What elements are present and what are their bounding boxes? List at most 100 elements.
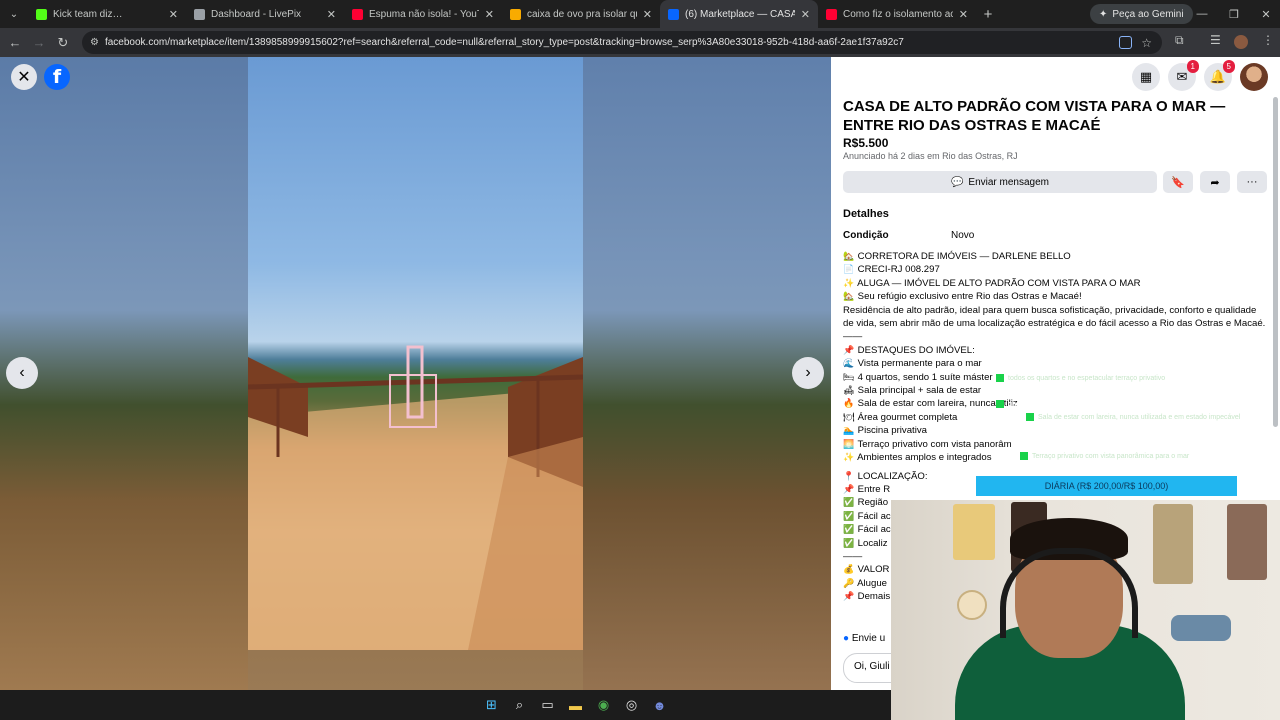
taskbar: ⊞ ⌕ ▭ ▬ ◉ ◎ ☻: [0, 690, 891, 720]
windows-start-icon[interactable]: ⊞: [482, 695, 502, 715]
close-window-icon[interactable]: ✕: [1250, 0, 1280, 28]
menu-grid-icon[interactable]: ▦: [1132, 63, 1160, 91]
obs-icon[interactable]: ◎: [622, 695, 642, 715]
tab-favicon-icon: [668, 8, 679, 20]
highlights-heading: 📌 DESTAQUES DO IMÓVEL:: [843, 344, 1269, 357]
file-explorer-icon[interactable]: ▬: [566, 695, 586, 715]
forward-icon[interactable]: →: [27, 35, 51, 50]
chevron-right-icon: ›: [805, 364, 811, 381]
messenger-badge: 1: [1186, 60, 1199, 73]
browser-tab[interactable]: caixa de ovo pra isolar quarto - ✕: [502, 0, 660, 28]
description-text: CRECI-RJ 008.297: [857, 264, 940, 276]
condition-value: Novo: [951, 230, 975, 241]
tab-close-icon[interactable]: ✕: [643, 8, 652, 21]
back-icon[interactable]: ←: [3, 35, 27, 50]
gemini-button[interactable]: ✦ Peça ao Gemini: [1090, 4, 1193, 24]
tab-title: Como fiz o isolamento acústico: [843, 8, 953, 20]
tab-title: (6) Marketplace — CASA DE AL…: [685, 8, 795, 20]
description-text: Fácil ac: [857, 524, 891, 536]
more-options-button[interactable]: ···: [1237, 171, 1267, 193]
emoji-icon: 💰: [843, 564, 855, 575]
overlay-row: Sala de estar com lareira, nunca utiliza…: [1026, 411, 1240, 423]
discord-icon[interactable]: ☻: [650, 695, 670, 715]
emoji-icon: ✨: [843, 452, 855, 463]
task-view-icon[interactable]: ▭: [538, 695, 558, 715]
tab-close-icon[interactable]: ✕: [169, 8, 178, 21]
tab-title: Dashboard - LivePix: [211, 8, 302, 20]
maximize-icon[interactable]: ❐: [1218, 0, 1250, 28]
menu-icon[interactable]: ⋮: [1262, 33, 1274, 47]
overlay-badge: [996, 400, 1004, 408]
description-text: Fácil ac: [857, 510, 891, 522]
browser-tab[interactable]: Espuma não isola! - YouTube ✕: [344, 0, 502, 28]
photo-viewer: [0, 57, 831, 690]
tab-close-icon[interactable]: ✕: [801, 8, 810, 21]
tab-favicon-icon: [352, 8, 363, 20]
description-text: Entre R: [857, 483, 891, 495]
description-text: Vista permanente para o mar: [857, 358, 982, 370]
emoji-icon: 🔑: [843, 577, 855, 588]
wall-clock: [957, 590, 987, 620]
description-text: Piscina privativa: [857, 425, 927, 437]
facebook-logo[interactable]: f: [44, 64, 70, 90]
emoji-icon: 📄: [843, 264, 855, 275]
share-icon: ➦: [1210, 176, 1220, 189]
tab-title: Espuma não isola! - YouTube: [369, 8, 479, 20]
overlay-text: Terraço privativo com vista panorâmica p…: [1032, 452, 1190, 460]
minimize-icon[interactable]: —: [1186, 0, 1218, 28]
previous-photo-button[interactable]: ‹: [6, 357, 38, 389]
send-message-button[interactable]: 💬 Enviar mensagem: [843, 171, 1157, 193]
emoji-icon: 📌: [843, 483, 855, 494]
emoji-icon: 🌅: [843, 438, 855, 449]
tab-search-icon[interactable]: ⌄: [0, 0, 28, 28]
profile-avatar[interactable]: [1234, 35, 1248, 49]
emoji-icon: 🛏: [843, 371, 855, 382]
extensions-icon[interactable]: ⧉: [1175, 33, 1184, 48]
more-icon: ···: [1246, 176, 1258, 188]
chrome-icon[interactable]: ◉: [594, 695, 614, 715]
tab-close-icon[interactable]: ✕: [327, 8, 336, 21]
browser-tab[interactable]: Como fiz o isolamento acústico ✕: [818, 0, 976, 28]
tab-favicon-icon: [194, 8, 205, 20]
emoji-icon: 📌: [843, 591, 855, 602]
new-tab-button[interactable]: +: [976, 6, 1000, 23]
messenger-icon[interactable]: ✉ 1: [1168, 60, 1199, 91]
highlights-heading-text: DESTAQUES DO IMÓVEL:: [857, 344, 975, 356]
notifications-icon[interactable]: 🔔 5: [1204, 60, 1235, 91]
emoji-icon: ✅: [843, 510, 855, 521]
site-info-icon[interactable]: ⚙: [90, 37, 99, 48]
next-photo-button[interactable]: ›: [792, 357, 824, 389]
reload-icon[interactable]: ↻: [51, 35, 75, 51]
pin-icon: 📌: [843, 344, 855, 355]
description-text: Região: [857, 497, 889, 509]
daily-rate-banner: DIÁRIA (R$ 200,00/R$ 100,00): [976, 476, 1237, 496]
overlay-row: Terraço privativo com vista panorâmica p…: [1020, 450, 1189, 462]
overlay-badge: [1026, 413, 1034, 421]
tab-title: Kick team diz…: [53, 8, 123, 20]
send-seller-message-heading: ● Envie u: [843, 633, 885, 644]
stream-chat-overlay: todos os quartos e no espetacular terraç…: [976, 366, 1246, 466]
save-button[interactable]: 🔖: [1163, 171, 1193, 193]
browser-tab[interactable]: Kick team diz… ✕: [28, 0, 186, 28]
close-icon: ✕: [17, 69, 31, 86]
translate-icon[interactable]: [1119, 36, 1132, 49]
panel-scrollbar[interactable]: [1273, 97, 1278, 427]
bookmark-star-icon[interactable]: ☆: [1141, 36, 1152, 50]
emoji-icon: 🔥: [843, 398, 855, 409]
tab-close-icon[interactable]: ✕: [485, 8, 494, 21]
close-viewer-button[interactable]: ✕: [11, 64, 37, 90]
listing-title: CASA DE ALTO PADRÃO COM VISTA PARA O MAR…: [843, 98, 1226, 134]
tab-close-icon[interactable]: ✕: [959, 8, 968, 21]
address-bar[interactable]: ⚙ facebook.com/marketplace/item/13898589…: [82, 31, 1162, 54]
account-avatar[interactable]: [1240, 63, 1268, 91]
browser-tab[interactable]: (6) Marketplace — CASA DE AL… ✕: [660, 0, 818, 28]
tab-title: caixa de ovo pra isolar quarto -: [527, 8, 637, 20]
browser-tab[interactable]: Dashboard - LivePix ✕: [186, 0, 344, 28]
reading-list-icon[interactable]: ☰: [1210, 33, 1221, 47]
description-text: CORRETORA DE IMÓVEIS — DARLENE BELLO: [857, 251, 1071, 262]
description-text: Demais: [857, 591, 891, 603]
photo-terrace-illustration: [247, 345, 584, 650]
taskbar-search-icon[interactable]: ⌕: [510, 695, 530, 715]
description-text: 4 quartos, sendo 1 suíte máster: [857, 371, 993, 383]
share-button[interactable]: ➦: [1200, 171, 1230, 193]
